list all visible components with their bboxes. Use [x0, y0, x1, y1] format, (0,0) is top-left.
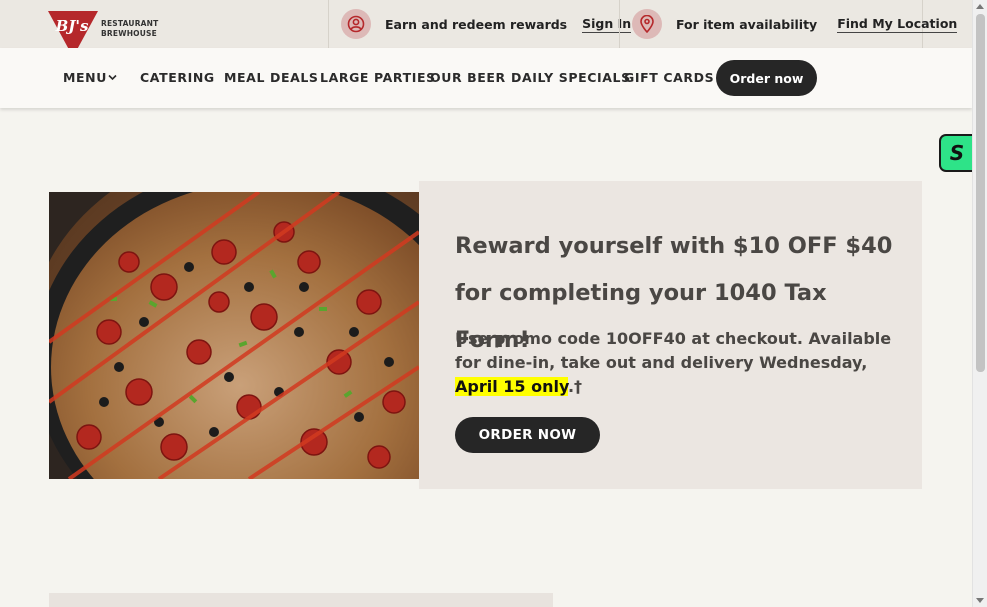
scroll-thumb[interactable]: [976, 14, 985, 372]
nav-menu[interactable]: MENU: [63, 70, 117, 85]
promo-date-highlight: April 15 only: [455, 377, 568, 396]
main-nav: MENU CATERING MEAL DEALS LARGE PARTIES O…: [0, 48, 972, 108]
promo-order-now-button[interactable]: ORDER NOW: [455, 417, 600, 453]
rewards-text: Earn and redeem rewards: [385, 16, 568, 32]
logo-line-2: BREWHOUSE: [101, 29, 157, 38]
chevron-down-icon: [108, 74, 117, 81]
next-section-card: [49, 593, 553, 607]
nav-daily-specials[interactable]: DAILY SPECIALS: [511, 70, 631, 85]
location-text: For item availability: [676, 16, 818, 32]
logo-wordmark: RESTAURANT BREWHOUSE: [101, 19, 158, 39]
page-scrollbar[interactable]: [972, 0, 987, 607]
nav-menu-label: MENU: [63, 70, 107, 85]
nav-large-parties[interactable]: LARGE PARTIES: [320, 70, 436, 85]
promo-image: [49, 192, 419, 479]
nav-our-beer[interactable]: OUR BEER: [430, 70, 506, 85]
svg-text:BJ's: BJ's: [55, 17, 89, 35]
nav-catering[interactable]: CATERING: [140, 70, 215, 85]
utility-bar: BJ's RESTAURANT BREWHOUSE Earn and redee…: [0, 0, 972, 57]
find-location-link[interactable]: Find My Location: [837, 16, 958, 33]
scroll-down-icon[interactable]: [976, 598, 984, 603]
logo-line-1: RESTAURANT: [101, 19, 159, 28]
nav-meal-deals[interactable]: MEAL DEALS: [224, 70, 319, 85]
nav-gift-cards[interactable]: GIFT CARDS: [624, 70, 714, 85]
scroll-up-icon[interactable]: [976, 4, 984, 9]
promo-body-text: Use promo code 10OFF40 at checkout. Avai…: [455, 329, 892, 372]
promo-card: Reward yourself with $10 OFF $40 for com…: [419, 181, 922, 489]
rewards-section: Earn and redeem rewards Sign In: [328, 0, 632, 48]
promo-body: Use promo code 10OFF40 at checkout. Avai…: [455, 327, 895, 399]
promo-body-suffix: .†: [567, 377, 583, 396]
location-section: For item availability Find My Location: [619, 0, 958, 48]
pizza-illustration: [49, 192, 419, 479]
map-pin-icon: [632, 9, 662, 39]
order-now-button[interactable]: Order now: [716, 60, 817, 96]
user-circle-icon: [341, 9, 371, 39]
